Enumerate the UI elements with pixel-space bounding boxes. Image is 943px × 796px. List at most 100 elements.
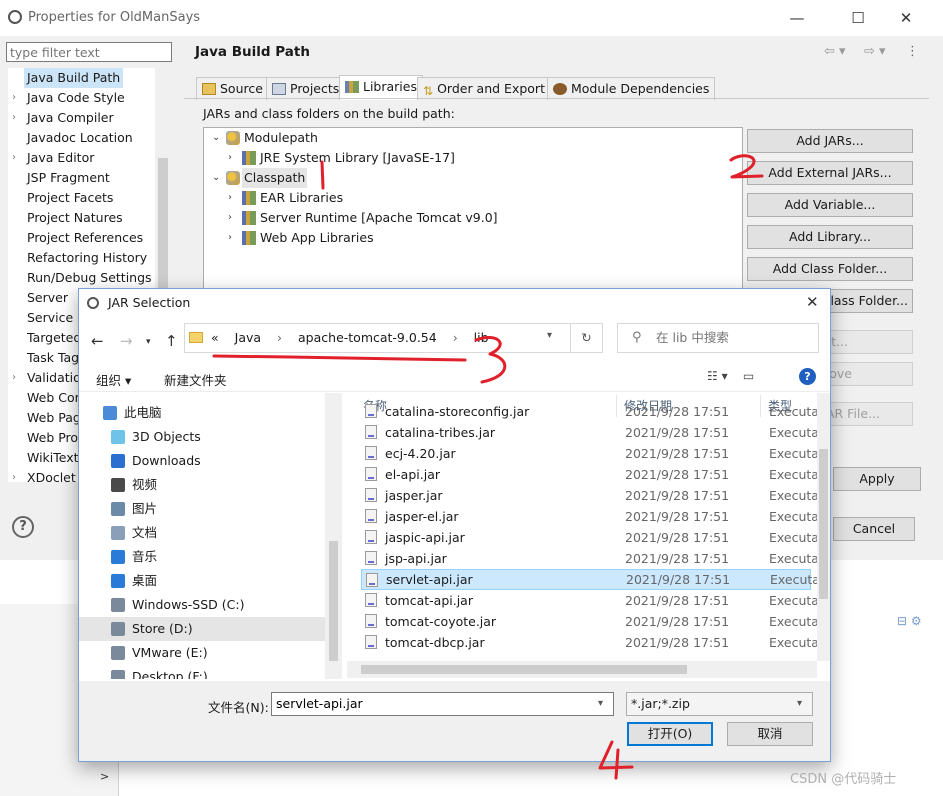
nav-item[interactable]: Store (D:) [79, 617, 325, 641]
file-row[interactable]: catalina-storeconfig.jar 2021/9/28 17:51 E… [361, 401, 817, 422]
forward-arrow-icon[interactable]: ⇨ ▾ [864, 44, 886, 59]
scroll-thumb[interactable] [329, 541, 338, 661]
file-row[interactable]: jaspic-api.jar 2021/9/28 17:51 Executal [361, 527, 817, 548]
apply-button[interactable]: Apply [833, 467, 921, 491]
add-library-button[interactable]: Add Library... [747, 225, 913, 249]
tab-order-export[interactable]: ⇅ Order and Export [417, 77, 551, 100]
maximize-button[interactable]: ☐ [843, 6, 873, 30]
tab-source[interactable]: Source [196, 77, 269, 100]
address-bar[interactable]: « Java › apache-tomcat-9.0.54 › lib ▾ [184, 323, 571, 353]
nav-item[interactable]: 视频 [79, 473, 325, 497]
sidebar-item[interactable]: › Java Code Style [8, 88, 158, 108]
back-icon[interactable]: ← [91, 332, 104, 350]
nav-item[interactable]: 音乐 [79, 545, 325, 569]
breadcrumb-tomcat[interactable]: apache-tomcat-9.0.54 [298, 330, 437, 345]
chevron-right-icon[interactable]: › [228, 208, 232, 228]
file-row[interactable]: jasper.jar 2021/9/28 17:51 Executal [361, 485, 817, 506]
chevron-right-icon[interactable]: › [12, 148, 16, 168]
file-row[interactable]: ecj-4.20.jar 2021/9/28 17:51 Executal [361, 443, 817, 464]
file-row[interactable]: tomcat-api.jar 2021/9/28 17:51 Executal [361, 590, 817, 611]
add-class-folder-button[interactable]: Add Class Folder... [747, 257, 913, 281]
add-external-jars-button[interactable]: Add External JARs... [747, 161, 913, 185]
filetype-select[interactable]: *.jar;*.zip ▾ [626, 692, 813, 716]
chevron-right-icon[interactable]: › [228, 188, 232, 208]
nav-item[interactable]: 图片 [79, 497, 325, 521]
sidebar-item[interactable]: › Java Editor [8, 148, 158, 168]
search-input[interactable] [656, 330, 806, 345]
organize-menu[interactable]: 组织 ▾ [96, 370, 131, 389]
tab-libraries[interactable]: Libraries [339, 75, 423, 100]
close-button[interactable]: ✕ [891, 6, 921, 30]
nav-item[interactable]: Windows-SSD (C:) [79, 593, 325, 617]
nav-item[interactable]: VMware (E:) [79, 641, 325, 665]
build-path-entry[interactable]: ⌄ Classpath [212, 168, 612, 188]
add-variable-button[interactable]: Add Variable... [747, 193, 913, 217]
build-path-entry[interactable]: › Server Runtime [Apache Tomcat v9.0] [228, 208, 628, 228]
file-row[interactable]: jasper-el.jar 2021/9/28 17:51 Executal [361, 506, 817, 527]
file-row[interactable]: tomcat-dbcp.jar 2021/9/28 17:51 Executal [361, 632, 817, 653]
chevron-right-icon[interactable]: › [12, 108, 16, 128]
file-row[interactable]: el-api.jar 2021/9/28 17:51 Executal [361, 464, 817, 485]
chevron-right-icon[interactable]: > [100, 770, 109, 783]
nav-item[interactable]: 桌面 [79, 569, 325, 593]
nav-item[interactable]: Desktop (F:) [79, 665, 325, 679]
breadcrumb-java[interactable]: Java [235, 330, 261, 345]
chevron-right-icon[interactable]: › [228, 148, 232, 168]
breadcrumb-lib[interactable]: lib [474, 330, 489, 345]
nav-item[interactable]: 3D Objects [79, 425, 325, 449]
view-toolbar-icons[interactable]: ⊟ ⚙ [897, 614, 922, 628]
dialog-cancel-button[interactable]: 取消 [727, 722, 813, 746]
nav-scrollbar[interactable] [325, 393, 342, 679]
sidebar-item[interactable]: Project Facets [8, 188, 158, 208]
build-path-entry[interactable]: › JRE System Library [JavaSE-17] [228, 148, 628, 168]
sidebar-item[interactable]: Javadoc Location [8, 128, 158, 148]
search-box[interactable]: ⚲ [617, 323, 819, 353]
sidebar-item[interactable]: Project Natures [8, 208, 158, 228]
open-button[interactable]: 打开(O) [627, 722, 713, 746]
file-list-vscrollbar[interactable] [817, 393, 830, 661]
sidebar-item[interactable]: JSP Fragment [8, 168, 158, 188]
filename-field[interactable]: ▾ [271, 692, 614, 716]
chevron-right-icon[interactable]: › [12, 368, 16, 388]
chevron-down-icon[interactable]: ⌄ [212, 128, 220, 148]
chevron-right-icon[interactable]: › [228, 228, 232, 248]
view-options-icon[interactable]: ☷ ▾ ▭ [707, 369, 754, 383]
filter-input[interactable] [6, 42, 172, 62]
sidebar-item[interactable]: Java Build Path [8, 68, 158, 88]
sidebar-item[interactable]: Run/Debug Settings [8, 268, 158, 288]
chevron-right-icon[interactable]: › [12, 88, 16, 108]
chevron-down-icon[interactable]: ▾ [797, 698, 802, 709]
chevron-down-icon[interactable]: ⌄ [212, 168, 220, 188]
breadcrumb-overflow[interactable]: « [211, 330, 219, 345]
add-jars-button[interactable]: Add JARs... [747, 129, 913, 153]
chevron-down-icon[interactable]: ▾ [598, 698, 603, 709]
up-icon[interactable]: ↑ [165, 332, 178, 350]
chevron-down-icon[interactable]: ▾ [547, 330, 552, 341]
scroll-thumb[interactable] [361, 665, 687, 674]
recent-chevron-icon[interactable]: ▾ [146, 337, 151, 347]
tab-module-dependencies[interactable]: Module Dependencies [547, 77, 716, 100]
file-row[interactable]: catalina-tribes.jar 2021/9/28 17:51 Execut… [361, 422, 817, 443]
forward-icon[interactable]: → [120, 332, 133, 350]
build-path-entry[interactable]: ⌄ Modulepath [212, 128, 612, 148]
nav-item[interactable]: 此电脑 [79, 401, 325, 425]
dialog-close-button[interactable]: ✕ [806, 293, 819, 311]
help-icon[interactable]: ? [799, 368, 816, 385]
refresh-icon[interactable]: ↻ [571, 323, 603, 353]
tab-projects[interactable]: Projects [266, 77, 346, 100]
file-list-hscrollbar[interactable] [347, 661, 817, 678]
nav-item[interactable]: 文档 [79, 521, 325, 545]
file-row[interactable]: servlet-api.jar 2021/9/28 17:51 Executal [361, 569, 817, 590]
back-arrow-icon[interactable]: ⇦ ▾ [824, 44, 846, 59]
cancel-button[interactable]: Cancel [833, 517, 915, 541]
sidebar-item[interactable]: Project References [8, 228, 158, 248]
sidebar-item[interactable]: Refactoring History [8, 248, 158, 268]
new-folder-button[interactable]: 新建文件夹 [164, 370, 227, 389]
filename-input[interactable] [276, 696, 586, 711]
file-row[interactable]: tomcat-coyote.jar 2021/9/28 17:51 Executal [361, 611, 817, 632]
build-path-entry[interactable]: › EAR Libraries [228, 188, 628, 208]
help-icon[interactable]: ? [12, 516, 34, 538]
build-path-entry[interactable]: › Web App Libraries [228, 228, 628, 248]
scroll-thumb[interactable] [819, 449, 828, 599]
minimize-button[interactable]: — [782, 6, 812, 30]
